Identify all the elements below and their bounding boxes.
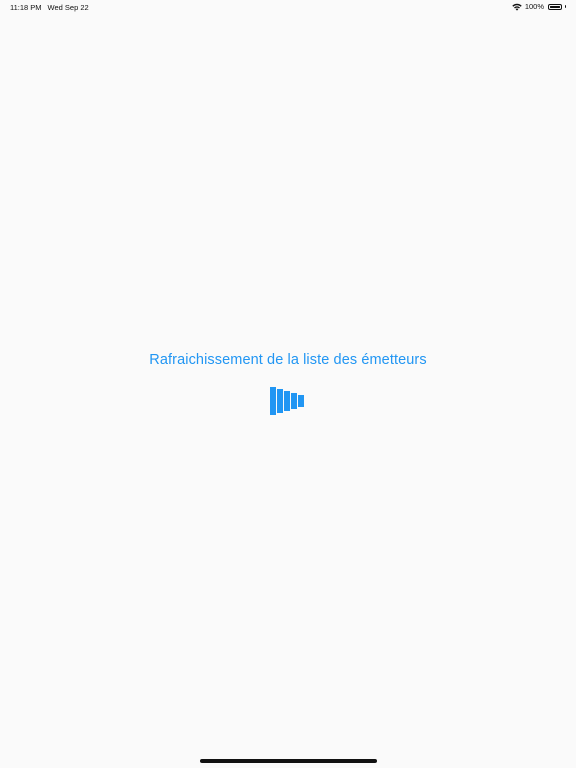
status-time: 11:18 PM bbox=[10, 3, 42, 12]
spinner-bar bbox=[284, 391, 290, 411]
wifi-icon bbox=[512, 3, 522, 11]
app-screen: 11:18 PM Wed Sep 22 100% Rafraichissemen… bbox=[0, 0, 576, 768]
loading-message: Rafraichissement de la liste des émetteu… bbox=[149, 352, 427, 368]
battery-icon bbox=[548, 3, 562, 10]
status-date: Wed Sep 22 bbox=[47, 3, 89, 12]
loading-bars-icon bbox=[270, 387, 310, 417]
battery-tip bbox=[565, 5, 566, 8]
spinner-bar bbox=[291, 393, 297, 409]
status-left: 11:18 PM Wed Sep 22 bbox=[10, 3, 89, 12]
battery-percentage: 100% bbox=[524, 2, 544, 11]
spinner-bar bbox=[270, 387, 276, 415]
spinner-bar bbox=[277, 389, 283, 413]
status-bar: 11:18 PM Wed Sep 22 100% bbox=[0, 0, 576, 14]
spinner-bar bbox=[298, 395, 304, 407]
battery-fill bbox=[550, 5, 560, 8]
home-indicator[interactable] bbox=[200, 759, 377, 763]
status-right: 100% bbox=[512, 2, 566, 11]
